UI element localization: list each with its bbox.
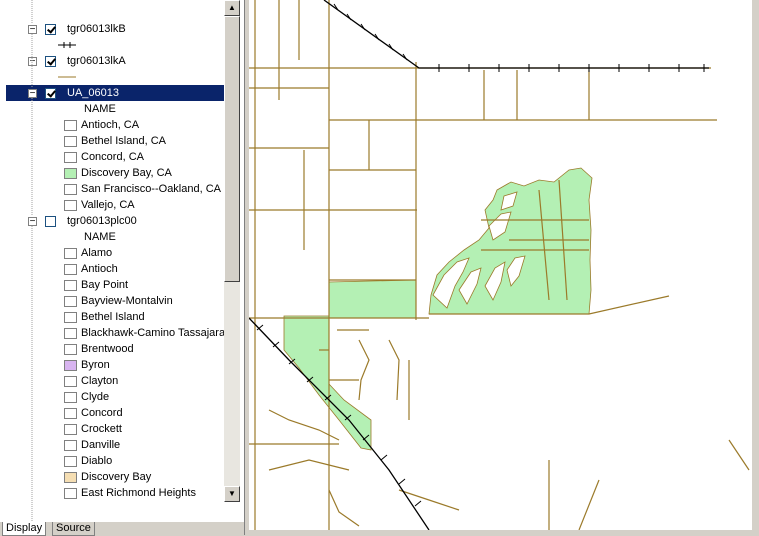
scroll-down-button[interactable]: ▼ xyxy=(224,486,240,502)
scrollbar-thumb[interactable] xyxy=(224,16,240,282)
map-canvas[interactable] xyxy=(249,0,759,530)
tab-display[interactable]: Display xyxy=(2,522,47,536)
map-vertical-scrollbar[interactable] xyxy=(752,0,759,530)
scroll-up-button[interactable]: ▲ xyxy=(224,0,240,16)
map-status-bar xyxy=(249,530,759,535)
tree-connector-lines xyxy=(31,0,33,522)
toc-vertical-scrollbar[interactable]: ▲ ▼ xyxy=(224,0,240,502)
toc-tab-strip: Display Source xyxy=(0,522,244,536)
table-of-contents[interactable]: − tgr06013lkB − tgr06013lkA − UA_06013 N… xyxy=(0,0,244,522)
map-drawing[interactable] xyxy=(249,0,752,530)
tab-source[interactable]: Source xyxy=(52,522,95,536)
